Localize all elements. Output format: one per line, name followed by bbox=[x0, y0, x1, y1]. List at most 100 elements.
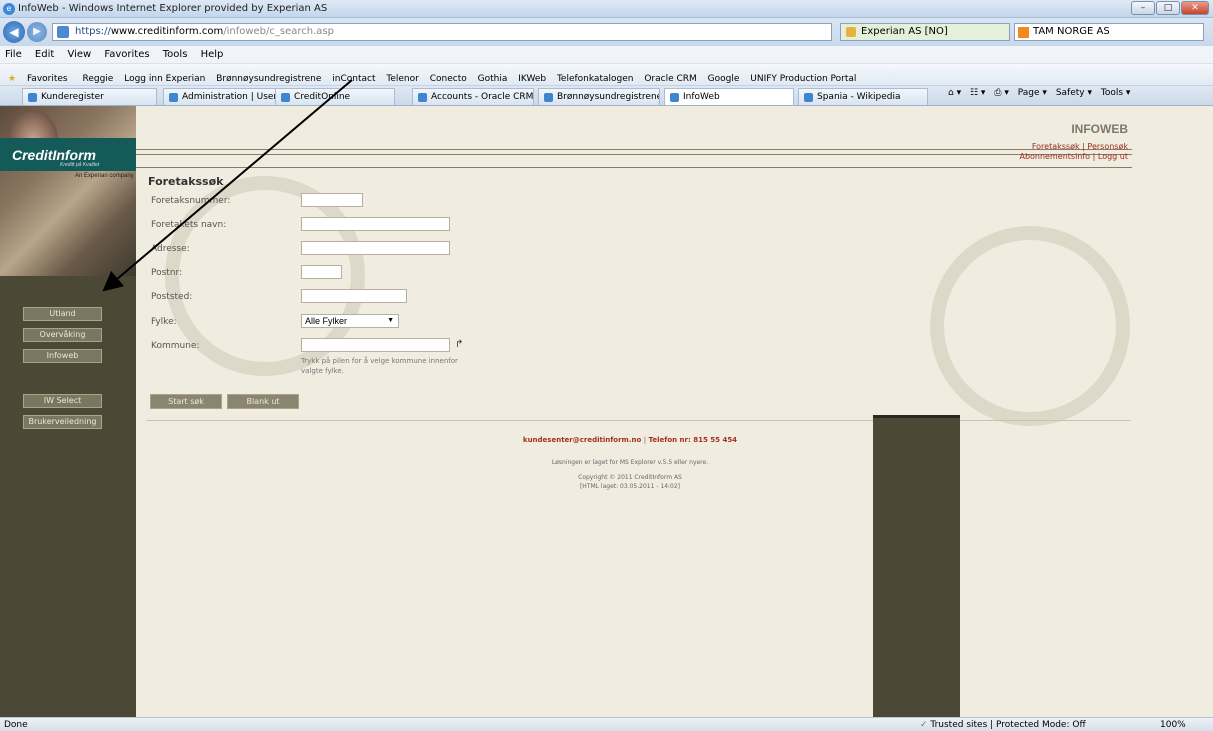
zoom-level[interactable]: 100% bbox=[1160, 720, 1186, 730]
menu-edit[interactable]: Edit bbox=[30, 46, 59, 63]
status-bar: Done Trusted sites | Protected Mode: Off… bbox=[0, 717, 1213, 731]
menu-bar: File Edit View Favorites Tools Help bbox=[0, 46, 1213, 64]
menu-tools[interactable]: Tools bbox=[158, 46, 193, 63]
security-zone[interactable]: Trusted sites | Protected Mode: Off bbox=[920, 720, 1085, 730]
browser-note: Løsningen er laget for MS Explorer v.5.5… bbox=[551, 459, 709, 466]
minimize-button[interactable]: – bbox=[1131, 1, 1155, 15]
fav-item-unify[interactable]: UNIFY Production Portal bbox=[746, 69, 860, 84]
start-sok-button[interactable]: Start søk bbox=[150, 394, 222, 409]
fav-item-reggie[interactable]: Reggie bbox=[78, 69, 117, 84]
safety-menu[interactable]: Safety ▾ bbox=[1053, 88, 1095, 98]
forward-button[interactable]: ▶ bbox=[27, 22, 47, 42]
fav-item-brreg[interactable]: Brønnøysundregistrene bbox=[212, 69, 325, 84]
html-date: [HTML laget: 03.05.2011 - 14:02] bbox=[579, 483, 681, 490]
tab-infoweb[interactable]: InfoWeb bbox=[664, 88, 794, 105]
fylke-selected-value: Alle Fylker bbox=[305, 316, 348, 326]
header-photo bbox=[0, 106, 136, 276]
foretakssok-link[interactable]: Foretakssøk bbox=[1032, 142, 1080, 151]
fylke-label: Fylke: bbox=[151, 317, 177, 327]
footer-notes: Løsningen er laget for MS Explorer v.5.5… bbox=[390, 458, 870, 491]
fav-item-incontact[interactable]: inContact bbox=[328, 69, 379, 84]
fylke-select[interactable]: Alle Fylker ▼ bbox=[301, 314, 399, 328]
link-separator: | bbox=[1082, 142, 1085, 151]
kommune-field[interactable] bbox=[301, 338, 450, 352]
tab-oracle-crm[interactable]: Accounts - Oracle CRM ... bbox=[412, 88, 534, 105]
poststed-label: Poststed: bbox=[151, 292, 193, 302]
tab-bar: Kunderegister Administration | User | In… bbox=[0, 86, 1213, 106]
support-phone: Telefon nr: 815 55 454 bbox=[648, 436, 738, 444]
close-button[interactable]: ✕ bbox=[1181, 1, 1209, 15]
print-icon[interactable]: ⎙ ▾ bbox=[991, 88, 1012, 98]
support-email-link[interactable]: kundesenter@creditinform.no bbox=[523, 436, 641, 444]
feeds-icon[interactable]: ☷ ▾ bbox=[967, 88, 988, 98]
url-scheme: https:// bbox=[75, 26, 111, 37]
foretaksnummer-field[interactable] bbox=[301, 193, 363, 207]
kommune-picker-icon[interactable]: ↱ bbox=[455, 339, 463, 350]
ship-wheel-watermark-right bbox=[930, 226, 1130, 426]
abonnementsinfo-link[interactable]: Abonnementsinfo bbox=[1019, 152, 1090, 161]
adresse-label: Adresse: bbox=[151, 244, 190, 254]
arrow-right-icon: ▶ bbox=[33, 26, 41, 37]
menu-help[interactable]: Help bbox=[196, 46, 229, 63]
fav-item-telenor[interactable]: Telenor bbox=[382, 69, 422, 84]
home-icon[interactable]: ⌂ ▾ bbox=[945, 88, 964, 98]
command-bar: ⌂ ▾ ☷ ▾ ⎙ ▾ Page ▾ Safety ▾ Tools ▾ bbox=[945, 88, 1210, 98]
fav-item-logg-inn[interactable]: Logg inn Experian bbox=[120, 69, 209, 84]
ie-icon: e bbox=[3, 3, 15, 15]
search-input[interactable]: TAM NORGE AS bbox=[1014, 23, 1204, 41]
fav-item-google[interactable]: Google bbox=[704, 69, 744, 84]
kommune-label: Kommune: bbox=[151, 341, 200, 351]
iw-select-button[interactable]: IW Select bbox=[23, 394, 102, 408]
fav-item-conecto[interactable]: Conecto bbox=[426, 69, 471, 84]
page-title: Foretakssøk bbox=[148, 175, 224, 188]
adresse-field[interactable] bbox=[301, 241, 450, 255]
right-panel-column bbox=[873, 415, 960, 717]
tab-kunderegister[interactable]: Kunderegister bbox=[22, 88, 157, 105]
brukerveiledning-button[interactable]: Brukerveiledning bbox=[23, 415, 102, 429]
favorites-button[interactable]: ★ Favorites bbox=[0, 64, 76, 84]
url-field[interactable]: https://www.creditinform.com/infoweb/c_s… bbox=[52, 23, 832, 41]
overvaking-button[interactable]: Overvåking bbox=[23, 328, 102, 342]
back-button[interactable]: ◀ bbox=[3, 21, 25, 43]
tools-menu[interactable]: Tools ▾ bbox=[1098, 88, 1134, 98]
logg-ut-link[interactable]: Logg ut bbox=[1098, 152, 1128, 161]
creditinform-logo: CreditInform Kreditt på Kvalitet bbox=[0, 138, 136, 171]
chevron-down-icon: ▼ bbox=[387, 317, 394, 324]
fav-item-gothia[interactable]: Gothia bbox=[474, 69, 512, 84]
page-icon bbox=[57, 26, 69, 38]
utland-button[interactable]: Utland bbox=[23, 307, 102, 321]
poststed-field[interactable] bbox=[301, 289, 407, 303]
logo-tagline: Kreditt på Kvalitet bbox=[60, 162, 100, 168]
tab-brreg[interactable]: Brønnøysundregistrene - ... bbox=[538, 88, 660, 105]
fav-item-telefonkatalogen[interactable]: Telefonkatalogen bbox=[553, 69, 638, 84]
personsok-link[interactable]: Personsøk bbox=[1087, 142, 1128, 151]
url-path: /infoweb/c_search.asp bbox=[223, 26, 334, 37]
logo-text: CreditInform bbox=[12, 147, 96, 163]
infoweb-button[interactable]: Infoweb bbox=[23, 349, 102, 363]
divider bbox=[146, 420, 1131, 421]
link-separator: | bbox=[1092, 152, 1096, 161]
blank-ut-button[interactable]: Blank ut bbox=[227, 394, 299, 409]
tab-administration[interactable]: Administration | User | Inf... bbox=[163, 88, 283, 105]
star-icon: ★ bbox=[8, 74, 17, 84]
tab-wikipedia[interactable]: Spania - Wikipedia bbox=[798, 88, 928, 105]
navn-field[interactable] bbox=[301, 217, 450, 231]
maximize-button[interactable]: □ bbox=[1156, 1, 1180, 15]
url-host: www.creditinform.com bbox=[110, 26, 224, 37]
kommune-hint: Trykk på pilen for å velge kommune innen… bbox=[301, 357, 458, 375]
experian-note: An Experian company bbox=[75, 173, 134, 179]
fav-item-ikweb[interactable]: IKWeb bbox=[514, 69, 550, 84]
menu-file[interactable]: File bbox=[0, 46, 27, 63]
menu-favorites[interactable]: Favorites bbox=[99, 46, 154, 63]
foretaksnummer-label: Foretaksnummer: bbox=[151, 196, 231, 206]
certificate-badge[interactable]: Experian AS [NO] bbox=[840, 23, 1010, 41]
infoweb-brand: INFOWEB bbox=[1071, 122, 1128, 136]
page-menu[interactable]: Page ▾ bbox=[1015, 88, 1050, 98]
postnr-field[interactable] bbox=[301, 265, 342, 279]
tab-creditonline[interactable]: CreditOnline bbox=[275, 88, 395, 105]
navn-label: Foretakets navn: bbox=[151, 220, 227, 230]
postnr-label: Postnr: bbox=[151, 268, 183, 278]
menu-view[interactable]: View bbox=[62, 46, 96, 63]
contact-separator: | bbox=[643, 436, 647, 444]
fav-item-oracle-crm[interactable]: Oracle CRM bbox=[640, 69, 700, 84]
